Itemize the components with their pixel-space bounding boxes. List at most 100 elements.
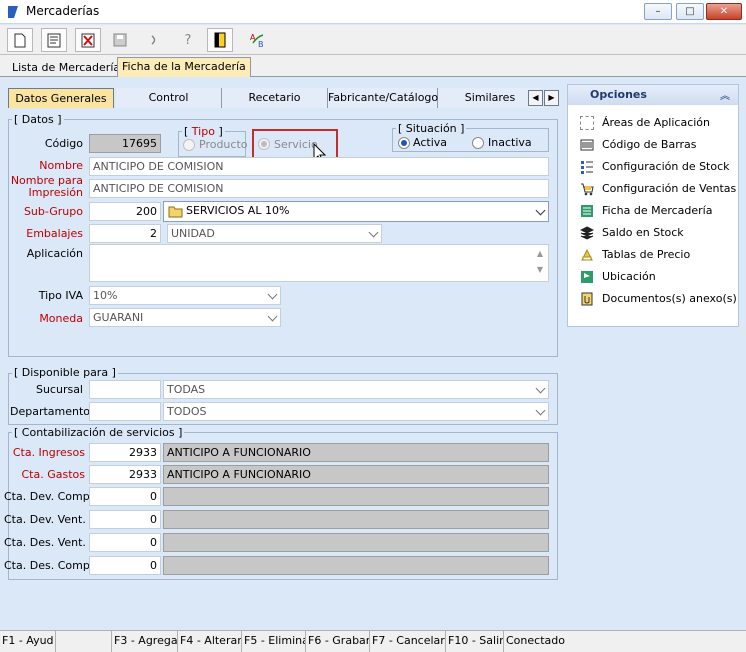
cta-des-comp-code[interactable]: 0 <box>89 556 161 575</box>
cta-dev-vent-code[interactable]: 0 <box>89 510 161 529</box>
chevron-down-icon <box>368 227 379 238</box>
exit-icon[interactable] <box>207 28 233 52</box>
chevron-down-icon <box>535 205 546 216</box>
activa-radio[interactable] <box>398 137 410 149</box>
opciones-header: Opciones <box>568 85 738 105</box>
product-sheet-icon <box>581 205 593 217</box>
subgrupo-code-field[interactable]: 200 <box>89 202 161 221</box>
cta-gastos-name: ANTICIPO A FUNCIONARIO <box>163 465 549 484</box>
tab-datos-generales[interactable]: Datos Generales <box>8 88 114 108</box>
title-bar: Mercaderías – □ ✕ <box>0 0 746 24</box>
price-table-icon <box>581 248 593 261</box>
opcion-label: Documentos(s) anexo(s) <box>602 292 737 305</box>
save-icon[interactable] <box>107 28 133 52</box>
opcion-label: Ubicación <box>602 270 656 283</box>
inactiva-radio[interactable] <box>472 137 484 149</box>
tab-fabricante-catalogo[interactable]: Fabricante/Catálogo <box>328 88 438 108</box>
cta-ingresos-code[interactable]: 2933 <box>89 443 161 462</box>
tab-recetario[interactable]: Recetario <box>222 88 328 108</box>
nombre-field[interactable]: ANTICIPO DE COMISION <box>89 157 549 176</box>
svg-text:B: B <box>258 40 264 49</box>
subgrupo-select[interactable]: SERVICIOS AL 10% <box>163 201 549 222</box>
tab-scroll-right-icon[interactable]: ▶ <box>544 90 559 106</box>
stock-balance-icon <box>580 226 594 240</box>
window-title: Mercaderías <box>26 4 100 18</box>
embalajes-select[interactable]: UNIDAD <box>167 224 382 243</box>
cta-des-vent-code[interactable]: 0 <box>89 533 161 552</box>
departamento-code-field[interactable] <box>89 402 161 421</box>
opcion-label: Configuración de Stock <box>602 160 730 173</box>
codigo-field[interactable]: 17695 <box>89 134 161 153</box>
departamento-label: Departamento <box>10 405 91 418</box>
datos-group-title: [ Datos ] <box>12 113 64 126</box>
inactiva-label: Inactiva <box>488 136 532 149</box>
sucursal-value: TODAS <box>167 383 206 396</box>
new-document-icon[interactable] <box>7 28 33 52</box>
cta-dev-comp-code[interactable]: 0 <box>89 487 161 506</box>
tipo-producto-radio[interactable] <box>183 139 195 151</box>
tab-control[interactable]: Control <box>116 88 222 108</box>
delete-icon[interactable] <box>75 28 101 52</box>
tipoiva-value: 10% <box>93 289 118 302</box>
status-f7[interactable]: F7 - Cancelar <box>370 631 446 652</box>
tab-ficha-mercaderia[interactable]: Ficha de la Mercadería <box>117 57 251 78</box>
spellcheck-icon[interactable]: AB <box>245 28 271 52</box>
embalajes-value: UNIDAD <box>171 227 215 240</box>
codigo-label: Código <box>44 137 83 150</box>
moneda-value: GUARANI <box>93 311 144 324</box>
tipoiva-select[interactable]: 10% <box>89 286 281 305</box>
embalajes-code-field[interactable]: 2 <box>89 224 161 243</box>
tab-lista-mercaderias[interactable]: Lista de Mercaderías <box>7 58 131 77</box>
subgrupo-value: SERVICIOS AL 10% <box>186 204 290 217</box>
sub-tabs: Datos Generales Control Recetario Fabric… <box>8 88 560 108</box>
status-f5[interactable]: F5 - Elimina <box>242 631 306 652</box>
nombre-label: Nombre <box>39 159 83 172</box>
status-f6[interactable]: F6 - Grabar <box>306 631 370 652</box>
subgrupo-label: Sub-Grupo <box>23 205 83 218</box>
opcion-label: Código de Barras <box>602 138 697 151</box>
cta-gastos-label: Cta. Gastos <box>21 468 86 481</box>
status-f10[interactable]: F10 - Salir <box>446 631 504 652</box>
chevron-down-icon <box>535 383 546 394</box>
cta-gastos-code[interactable]: 2933 <box>89 465 161 484</box>
opcion-label: Saldo en Stock <box>602 226 684 239</box>
contab-group-title: [ Contabilización de servicios ] <box>12 426 185 439</box>
tipo-group-title: [ Tipo ] <box>182 125 225 138</box>
minimize-button[interactable]: – <box>644 3 672 20</box>
sucursal-select[interactable]: TODAS <box>163 380 549 399</box>
aplicacion-scrollbar[interactable]: ▲ ▼ <box>533 246 547 280</box>
toolbar: ? AB <box>0 25 746 55</box>
maximize-button[interactable]: □ <box>676 3 704 20</box>
status-f3[interactable]: F3 - Agrega <box>112 631 178 652</box>
chevron-down-icon <box>267 311 278 322</box>
moneda-label: Moneda <box>39 312 83 325</box>
departamento-select[interactable]: TODOS <box>163 402 549 421</box>
undo-icon[interactable] <box>141 28 167 52</box>
cta-dev-comp-name <box>163 487 549 506</box>
help-icon[interactable]: ? <box>175 28 201 52</box>
moneda-select[interactable]: GUARANI <box>89 308 281 327</box>
barcode-icon <box>580 139 594 151</box>
status-bar: F1 - Ayud F3 - Agrega F4 - Alterar F5 - … <box>0 630 746 652</box>
cta-ingresos-label: Cta. Ingresos <box>12 446 85 459</box>
tab-scroll-left-icon[interactable]: ◀ <box>528 90 543 106</box>
edit-icon[interactable] <box>41 28 67 52</box>
status-f1[interactable]: F1 - Ayud <box>0 631 56 652</box>
tipo-producto-label: Producto <box>199 138 248 151</box>
chevron-down-icon <box>267 289 278 300</box>
nombre-impresion-label-line2: Impresión <box>28 186 83 199</box>
nombre-impresion-field[interactable]: ANTICIPO DE COMISION <box>89 179 549 198</box>
tab-similares[interactable]: Similares <box>438 88 542 108</box>
aplicacion-textarea[interactable] <box>89 244 549 282</box>
opciones-panel: Opciones ︽ Áreas de Aplicación Código de… <box>567 84 739 327</box>
sucursal-code-field[interactable] <box>89 380 161 399</box>
status-empty <box>56 631 112 652</box>
status-f4[interactable]: F4 - Alterar <box>178 631 242 652</box>
sales-cart-icon <box>581 183 594 196</box>
collapse-icon[interactable]: ︽ <box>720 87 730 102</box>
cta-des-comp-label: Cta. Des. Comp. <box>4 559 94 572</box>
top-tabs: Lista de Mercaderías Ficha de la Mercade… <box>0 55 746 78</box>
close-button[interactable]: ✕ <box>706 3 742 20</box>
app-icon <box>8 6 18 18</box>
status-connection: Conectado <box>506 634 565 647</box>
